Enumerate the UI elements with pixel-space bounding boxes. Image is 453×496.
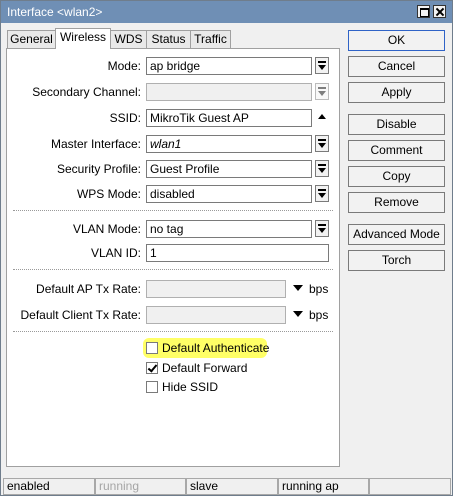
wps-mode-select[interactable]: disabled: [146, 185, 312, 203]
wps-mode-dropdown-icon[interactable]: [315, 185, 329, 202]
maximize-icon[interactable]: [417, 5, 430, 18]
status-running-ap: running ap: [278, 478, 369, 495]
cancel-button[interactable]: Cancel: [348, 56, 445, 77]
ok-button[interactable]: OK: [348, 30, 445, 51]
title-bar[interactable]: Interface <wlan2>: [1, 1, 452, 23]
window-title: Interface <wlan2>: [7, 5, 103, 19]
disable-button[interactable]: Disable: [348, 114, 445, 135]
tab-wds[interactable]: WDS: [110, 30, 147, 48]
tab-general[interactable]: General: [7, 30, 56, 48]
separator: [13, 331, 333, 332]
default-client-tx-rate-unit: bps: [309, 308, 329, 322]
separator: [13, 210, 333, 211]
comment-button[interactable]: Comment: [348, 140, 445, 161]
default-forward-label: Default Forward: [162, 361, 248, 375]
secondary-channel-dropdown-icon: [315, 83, 329, 100]
default-authenticate-label: Default Authenticate: [162, 341, 270, 355]
copy-button[interactable]: Copy: [348, 166, 445, 187]
separator: [13, 269, 333, 270]
vlan-mode-dropdown-icon[interactable]: [315, 220, 329, 237]
ssid-label: SSID:: [109, 111, 141, 125]
mode-dropdown-icon[interactable]: [315, 57, 329, 74]
mode-label: Mode:: [107, 59, 141, 73]
security-profile-label: Security Profile:: [56, 162, 141, 176]
secondary-channel-select: [146, 83, 312, 101]
status-empty: [369, 478, 451, 495]
default-ap-tx-rate-label: Default AP Tx Rate:: [36, 282, 141, 296]
tab-wireless[interactable]: Wireless: [55, 28, 111, 49]
tab-traffic[interactable]: Traffic: [190, 30, 231, 48]
default-ap-tx-rate-unit: bps: [309, 282, 329, 296]
advanced-mode-button[interactable]: Advanced Mode: [348, 224, 445, 245]
vlan-mode-select[interactable]: no tag: [146, 220, 312, 238]
default-ap-tx-rate-input[interactable]: [146, 280, 286, 298]
collapse-up-icon[interactable]: [316, 109, 328, 125]
checkbox-checked-icon[interactable]: [146, 362, 158, 374]
torch-button[interactable]: Torch: [348, 250, 445, 271]
default-client-tx-rate-dropdown-icon[interactable]: [291, 306, 303, 322]
tab-status[interactable]: Status: [146, 30, 191, 48]
ssid-input[interactable]: MikroTik Guest AP: [146, 109, 312, 127]
vlan-mode-label: VLAN Mode:: [72, 222, 141, 236]
vlan-id-label: VLAN ID:: [90, 246, 141, 260]
status-enabled: enabled: [3, 478, 95, 495]
vlan-id-input[interactable]: 1: [146, 244, 329, 262]
default-client-tx-rate-label: Default Client Tx Rate:: [20, 308, 142, 322]
default-client-tx-rate-input[interactable]: [146, 306, 286, 324]
interface-window: Interface <wlan2> General Wireless WDS S…: [0, 0, 453, 496]
wps-mode-label: WPS Mode:: [76, 187, 141, 201]
secondary-channel-label: Secondary Channel:: [32, 85, 141, 99]
apply-button[interactable]: Apply: [348, 82, 445, 103]
master-interface-dropdown-icon[interactable]: [315, 135, 329, 152]
security-profile-dropdown-icon[interactable]: [315, 160, 329, 177]
default-ap-tx-rate-dropdown-icon[interactable]: [291, 280, 303, 296]
wireless-panel: Mode: ap bridge Secondary Channel: SSID:…: [6, 48, 340, 467]
checkbox-unchecked-icon[interactable]: [146, 342, 158, 354]
status-running: running: [95, 478, 186, 495]
status-slave: slave: [186, 478, 278, 495]
security-profile-select[interactable]: Guest Profile: [146, 160, 312, 178]
remove-button[interactable]: Remove: [348, 192, 445, 213]
close-icon[interactable]: [433, 5, 446, 18]
hide-ssid-label: Hide SSID: [162, 380, 219, 394]
mode-select[interactable]: ap bridge: [146, 57, 312, 75]
master-interface-label: Master Interface:: [50, 137, 141, 151]
status-bar: enabled running slave running ap: [3, 478, 451, 495]
master-interface-select[interactable]: wlan1: [146, 135, 312, 153]
checkbox-unchecked-icon[interactable]: [146, 381, 158, 393]
